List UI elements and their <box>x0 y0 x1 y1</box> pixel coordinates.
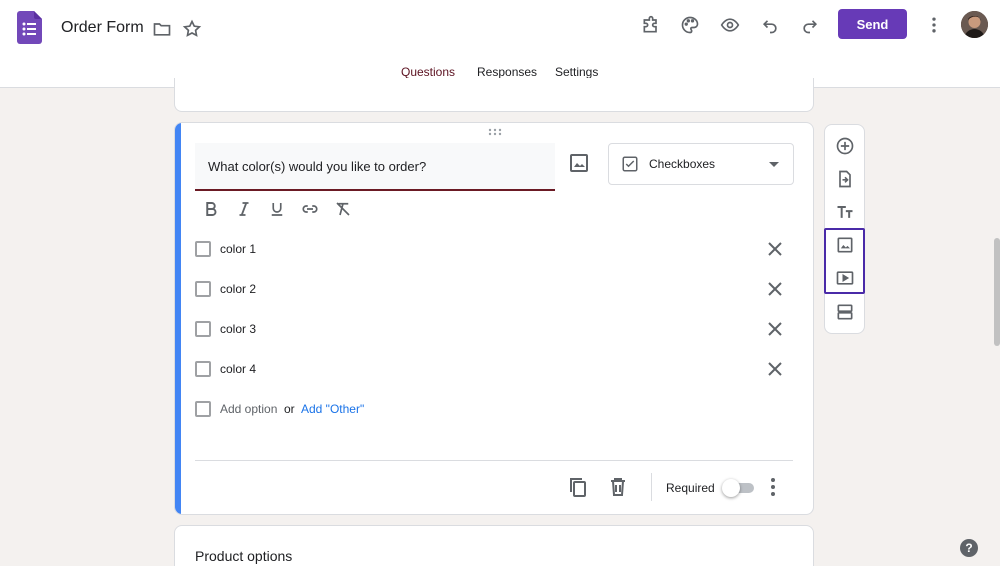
option-row: color 1 <box>195 237 795 261</box>
option-label-input[interactable]: color 4 <box>220 362 256 376</box>
close-icon[interactable] <box>763 237 787 261</box>
option-checkbox <box>195 281 211 297</box>
star-icon[interactable] <box>178 15 206 43</box>
question-title-input[interactable]: What color(s) would you like to order? <box>195 143 555 191</box>
italic-icon[interactable] <box>232 197 256 221</box>
option-label-input[interactable]: color 3 <box>220 322 256 336</box>
add-question-icon[interactable] <box>833 134 857 158</box>
scrollbar[interactable] <box>994 238 1000 346</box>
avatar[interactable] <box>961 11 988 38</box>
previous-question-card[interactable] <box>174 78 814 112</box>
close-icon[interactable] <box>763 317 787 341</box>
clear-formatting-icon[interactable] <box>331 197 355 221</box>
toggle-knob <box>722 479 740 497</box>
add-image-icon[interactable] <box>567 151 595 179</box>
required-toggle[interactable] <box>722 479 754 497</box>
option-label-input[interactable]: color 2 <box>220 282 256 296</box>
option-checkbox <box>195 241 211 257</box>
close-icon[interactable] <box>763 357 787 381</box>
drag-handle-icon[interactable] <box>488 128 502 136</box>
option-row: color 4 <box>195 357 795 381</box>
undo-icon[interactable] <box>756 11 784 39</box>
footer-separator <box>651 473 652 501</box>
form-title[interactable]: Order Form <box>61 19 144 37</box>
more-options-icon[interactable] <box>761 475 785 499</box>
bold-icon[interactable] <box>199 197 223 221</box>
forms-logo-icon[interactable] <box>17 11 42 44</box>
next-section-card[interactable]: Product options <box>174 525 814 566</box>
option-row: color 2 <box>195 277 795 301</box>
option-checkbox <box>195 361 211 377</box>
add-other-link[interactable]: Add "Other" <box>301 402 364 416</box>
format-toolbar <box>199 197 369 221</box>
section-title: Product options <box>195 548 293 564</box>
card-footer-divider <box>195 460 793 461</box>
link-icon[interactable] <box>298 197 322 221</box>
help-icon[interactable]: ? <box>960 539 978 557</box>
option-label-input[interactable]: color 1 <box>220 242 256 256</box>
question-type-select[interactable]: Checkboxes <box>608 143 794 185</box>
add-option-row: Add option or Add "Other" <box>195 397 795 421</box>
tab-questions[interactable]: Questions <box>401 65 455 79</box>
add-section-icon[interactable] <box>833 300 857 324</box>
duplicate-icon[interactable] <box>566 475 590 499</box>
add-option-input[interactable]: Add option <box>220 402 277 416</box>
underline-icon[interactable] <box>265 197 289 221</box>
or-text: or <box>284 402 295 416</box>
tab-responses[interactable]: Responses <box>477 65 537 79</box>
card-focus-accent <box>175 123 181 514</box>
close-icon[interactable] <box>763 277 787 301</box>
app-header: Order Form Send Questions Responses Sett… <box>0 0 1000 88</box>
option-checkbox <box>195 321 211 337</box>
add-title-icon[interactable] <box>833 200 857 224</box>
addon-icon[interactable] <box>637 11 665 39</box>
option-row: color 3 <box>195 317 795 341</box>
folder-icon[interactable] <box>148 15 176 43</box>
question-card[interactable]: What color(s) would you like to order? C… <box>174 122 814 515</box>
question-type-label: Checkboxes <box>649 157 716 171</box>
more-icon[interactable] <box>920 11 948 39</box>
toolbar-highlight-box <box>824 228 865 294</box>
chevron-down-icon <box>769 162 779 167</box>
checkbox-type-icon <box>622 156 638 172</box>
preview-icon[interactable] <box>716 11 744 39</box>
redo-icon[interactable] <box>796 11 824 39</box>
trash-icon[interactable] <box>606 475 630 499</box>
option-checkbox <box>195 401 211 417</box>
send-button[interactable]: Send <box>838 9 907 39</box>
question-text: What color(s) would you like to order? <box>208 159 427 174</box>
required-label: Required <box>666 481 715 495</box>
palette-icon[interactable] <box>676 11 704 39</box>
import-questions-icon[interactable] <box>833 167 857 191</box>
tab-settings[interactable]: Settings <box>555 65 598 79</box>
